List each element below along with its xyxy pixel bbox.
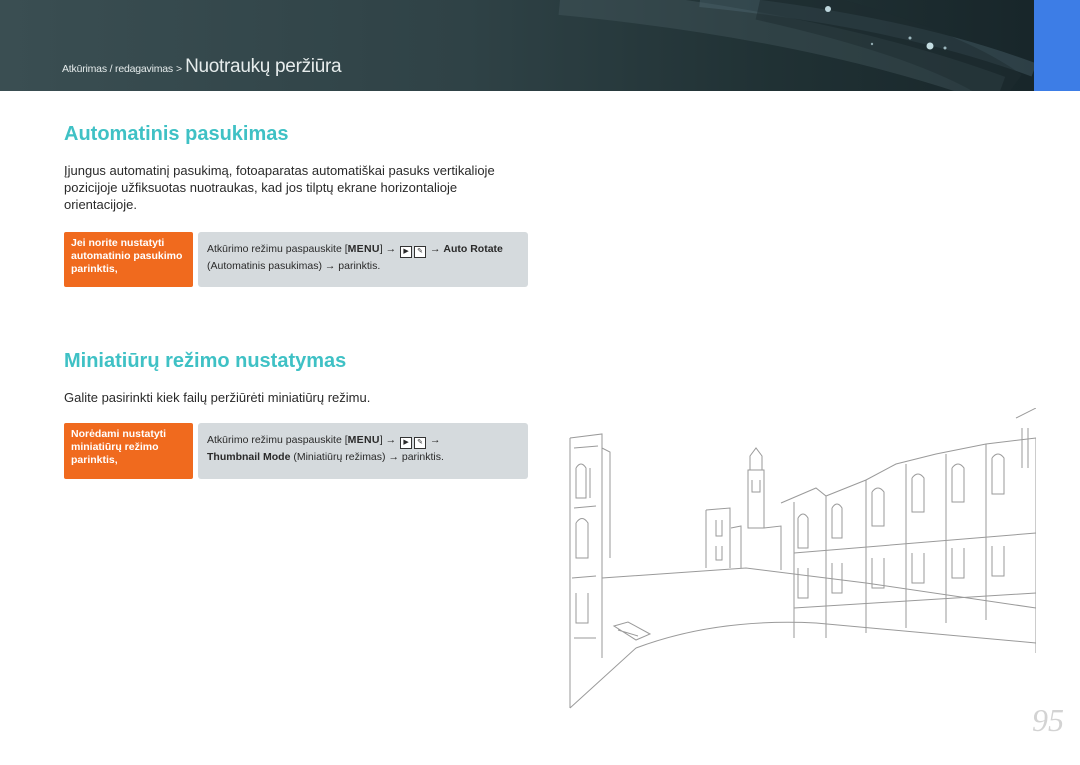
breadcrumb-path[interactable]: Atkūrimas / redagavimas (62, 63, 173, 75)
option-thumbnail-mode: Thumbnail Mode (207, 451, 291, 463)
tip-text: → (429, 434, 441, 446)
breadcrumb: Atkūrimas / redagavimas > Nuotraukų peržiū… (62, 56, 342, 78)
tip-box-auto-rotate: Atkūrimo režimu paspauskite [MENU] → ▶ ✎ … (198, 232, 528, 287)
venice-street-illustration (569, 408, 1036, 709)
tip-text: ] → (379, 243, 397, 255)
paragraph-auto-rotate: Įjungus automatinį pasukimą, fotoaparata… (64, 163, 495, 212)
paragraph-thumbnail-mode: Galite pasirinkti kiek failų peržiūrėti … (64, 390, 371, 405)
tip-label-thumbnail-mode: Norėdami nustatyti miniatiūrų režimo par… (64, 423, 193, 479)
chapter-tab[interactable] (1034, 0, 1080, 91)
menu-key: MENU (347, 434, 380, 446)
page-number: 95 (1032, 702, 1064, 738)
tip-label-auto-rotate: Jei norite nustatyti automatinio pasukim… (64, 232, 193, 287)
section-title: Nuotraukų peržiūra (185, 56, 342, 77)
heading-thumbnail-mode: Miniatiūrų režimo nustatymas (64, 350, 347, 372)
option-auto-rotate: Auto Rotate (443, 243, 503, 255)
tip-text: Atkūrimo režimu paspauskite [ (207, 243, 348, 255)
tip-text: → (429, 243, 444, 255)
page-header: Atkūrimas / redagavimas > Nuotraukų peržiū… (0, 0, 1034, 91)
breadcrumb-separator: > (175, 63, 183, 75)
edit-icon: ✎ (414, 246, 427, 258)
tip-text: Atkūrimo režimu paspauskite [ (207, 434, 348, 446)
tip-text: ] → (379, 434, 397, 446)
tip-box-thumbnail-mode: Atkūrimo režimu paspauskite [MENU] → ▶ ✎ … (198, 423, 528, 479)
tip-text: (Automatinis pasukimas) → parinktis. (207, 260, 381, 272)
play-icon: ▶ (400, 246, 413, 258)
play-icon: ▶ (400, 437, 413, 449)
menu-key: MENU (347, 243, 380, 255)
edit-icon: ✎ (414, 437, 427, 449)
tip-text: (Miniatiūrų režimas) → parinktis. (290, 451, 444, 463)
heading-auto-rotate: Automatinis pasukimas (64, 123, 289, 145)
